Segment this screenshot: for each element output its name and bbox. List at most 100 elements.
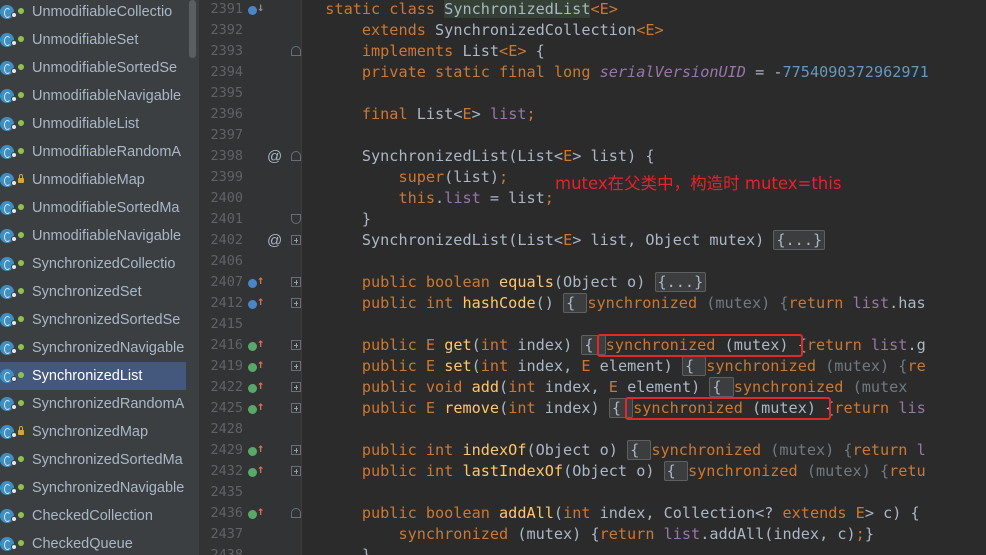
fold-toggle-icon[interactable] bbox=[291, 235, 301, 245]
structure-scrollbar[interactable] bbox=[189, 0, 196, 58]
fold-toggle-icon[interactable] bbox=[291, 508, 301, 518]
structure-item[interactable]: UnmodifiableList bbox=[0, 110, 186, 138]
override-marker-icon[interactable] bbox=[248, 363, 257, 372]
code-line[interactable]: public int indexOf(Object o) { synchroni… bbox=[307, 440, 926, 461]
code-line[interactable]: private static final long serialVersionU… bbox=[307, 62, 929, 83]
override-marker-icon[interactable] bbox=[248, 468, 257, 477]
code-token: list bbox=[663, 525, 701, 543]
structure-item[interactable]: SynchronizedSortedMa bbox=[0, 446, 186, 474]
code-line[interactable]: public boolean equals(Object o) {...} bbox=[307, 272, 707, 293]
code-token: extends bbox=[782, 504, 856, 522]
code-line[interactable]: public E remove(int index) { synchronize… bbox=[307, 398, 926, 419]
structure-item[interactable]: UnmodifiableNavigable bbox=[0, 222, 186, 250]
structure-item[interactable]: UnmodifiableNavigable bbox=[0, 82, 186, 110]
code-line[interactable]: this.list = list; bbox=[307, 188, 553, 209]
structure-item[interactable]: SynchronizedRandomA bbox=[0, 390, 186, 418]
structure-item-label: SynchronizedNavigable bbox=[32, 480, 185, 496]
fold-toggle-icon[interactable] bbox=[291, 445, 301, 455]
code-line[interactable]: extends SynchronizedCollection<E> bbox=[307, 20, 664, 41]
structure-item[interactable]: SynchronizedCollectio bbox=[0, 250, 186, 278]
code-line[interactable]: super(list); bbox=[307, 167, 508, 188]
code-line[interactable]: } bbox=[307, 545, 371, 555]
code-line[interactable]: final List<E> list; bbox=[307, 104, 536, 125]
override-marker-icon[interactable] bbox=[248, 405, 257, 414]
override-marker-icon[interactable] bbox=[248, 279, 257, 288]
structure-item[interactable]: UnmodifiableSortedMa bbox=[0, 194, 186, 222]
fold-toggle-icon[interactable] bbox=[291, 382, 301, 392]
static-marker-icon bbox=[11, 264, 17, 270]
structure-item[interactable]: SynchronizedList bbox=[0, 362, 186, 390]
code-line[interactable]: } bbox=[307, 209, 371, 230]
structure-item[interactable]: UnmodifiableSet bbox=[0, 26, 186, 54]
code-line[interactable]: public int lastIndexOf(Object o) { synch… bbox=[307, 461, 926, 482]
structure-item[interactable]: CheckedQueue bbox=[0, 530, 186, 555]
editor-gutter: 2391 ↓ 2392 2393 2394 2395 2396 2397 2398 @2399 24… bbox=[200, 0, 302, 555]
structure-item[interactable]: UnmodifiableMap bbox=[0, 166, 186, 194]
structure-item[interactable]: UnmodifiableSortedSe bbox=[0, 54, 186, 82]
code-token: private static final long bbox=[361, 63, 600, 81]
overrides-up-arrow-icon[interactable]: ↑ bbox=[257, 396, 264, 417]
public-modifier-icon bbox=[18, 232, 24, 238]
code-token: hashCode bbox=[462, 294, 536, 312]
override-marker-icon[interactable] bbox=[248, 300, 257, 309]
code-editor[interactable]: static class SynchronizedList<E> extends… bbox=[303, 0, 986, 555]
structure-item[interactable]: SynchronizedSortedSe bbox=[0, 306, 186, 334]
overrides-up-arrow-icon[interactable]: ↑ bbox=[257, 459, 264, 480]
overrides-up-arrow-icon[interactable]: ↑ bbox=[257, 375, 264, 396]
structure-item[interactable]: UnmodifiableRandomA bbox=[0, 138, 186, 166]
annotation-marker-icon[interactable]: @ bbox=[267, 230, 282, 251]
override-marker-icon[interactable] bbox=[248, 342, 257, 351]
code-line[interactable]: public E set(int index, E element) { syn… bbox=[307, 356, 926, 377]
code-line[interactable]: SynchronizedList(List<E> list, Object mu… bbox=[307, 230, 826, 251]
overrides-up-arrow-icon[interactable]: ↑ bbox=[257, 438, 264, 459]
structure-item[interactable]: SynchronizedMap bbox=[0, 418, 186, 446]
code-line[interactable]: SynchronizedList(List<E> list) { bbox=[307, 146, 655, 167]
code-token: index, bbox=[517, 357, 582, 375]
structure-item[interactable]: SynchronizedSet bbox=[0, 278, 186, 306]
code-line[interactable]: synchronized (mutex) {return list.addAll… bbox=[307, 524, 874, 545]
override-marker-icon[interactable] bbox=[248, 447, 257, 456]
structure-item-label: SynchronizedRandomA bbox=[32, 396, 185, 412]
structure-item[interactable]: SynchronizedNavigable bbox=[0, 334, 186, 362]
fold-toggle-icon[interactable] bbox=[291, 340, 301, 350]
code-line[interactable]: implements List<E> { bbox=[307, 41, 545, 62]
fold-toggle-icon[interactable] bbox=[291, 403, 301, 413]
structure-item[interactable]: CheckedCollection bbox=[0, 502, 186, 530]
code-line[interactable]: static class SynchronizedList<E> bbox=[307, 0, 618, 20]
code-line[interactable]: public int hashCode() { synchronized (mu… bbox=[307, 293, 926, 314]
code-token: (mutex) { bbox=[697, 294, 789, 312]
override-marker-icon[interactable] bbox=[248, 510, 257, 519]
override-marker-icon[interactable] bbox=[248, 6, 257, 15]
code-token: list bbox=[489, 105, 527, 123]
fold-toggle-icon[interactable] bbox=[291, 151, 301, 161]
code-line[interactable]: public void add(int index, E element) { … bbox=[307, 377, 907, 398]
fold-toggle-icon[interactable] bbox=[291, 46, 301, 56]
fold-toggle-icon[interactable] bbox=[291, 466, 301, 476]
static-marker-icon bbox=[11, 124, 17, 130]
line-number: 2398 bbox=[210, 148, 243, 164]
overrides-up-arrow-icon[interactable]: ↑ bbox=[257, 291, 264, 312]
fold-toggle-icon[interactable] bbox=[291, 361, 301, 371]
fold-toggle-icon[interactable] bbox=[291, 277, 301, 287]
structure-item[interactable]: UnmodifiableCollectio bbox=[0, 0, 186, 26]
line-number: 2436 bbox=[210, 505, 243, 521]
override-marker-icon[interactable] bbox=[248, 384, 257, 393]
structure-item[interactable]: SynchronizedNavigable bbox=[0, 474, 186, 502]
annotation-marker-icon[interactable]: @ bbox=[267, 146, 282, 167]
code-token: return bbox=[599, 525, 664, 543]
fold-toggle-icon[interactable] bbox=[291, 214, 301, 224]
overrides-up-arrow-icon[interactable]: ↑ bbox=[257, 270, 264, 291]
code-line[interactable]: public boolean addAll(int index, Collect… bbox=[307, 503, 920, 524]
structure-item-label: UnmodifiableList bbox=[32, 116, 140, 132]
overrides-up-arrow-icon[interactable]: ↑ bbox=[257, 501, 264, 522]
overrides-up-arrow-icon[interactable]: ↑ bbox=[257, 333, 264, 354]
code-token: extends bbox=[361, 21, 436, 39]
implemented-down-arrow-icon[interactable]: ↓ bbox=[257, 0, 264, 18]
structure-item-label: UnmodifiableSortedMa bbox=[32, 200, 180, 216]
fold-toggle-icon[interactable] bbox=[291, 298, 301, 308]
code-token: return bbox=[806, 336, 871, 354]
overrides-up-arrow-icon[interactable]: ↑ bbox=[257, 354, 264, 375]
